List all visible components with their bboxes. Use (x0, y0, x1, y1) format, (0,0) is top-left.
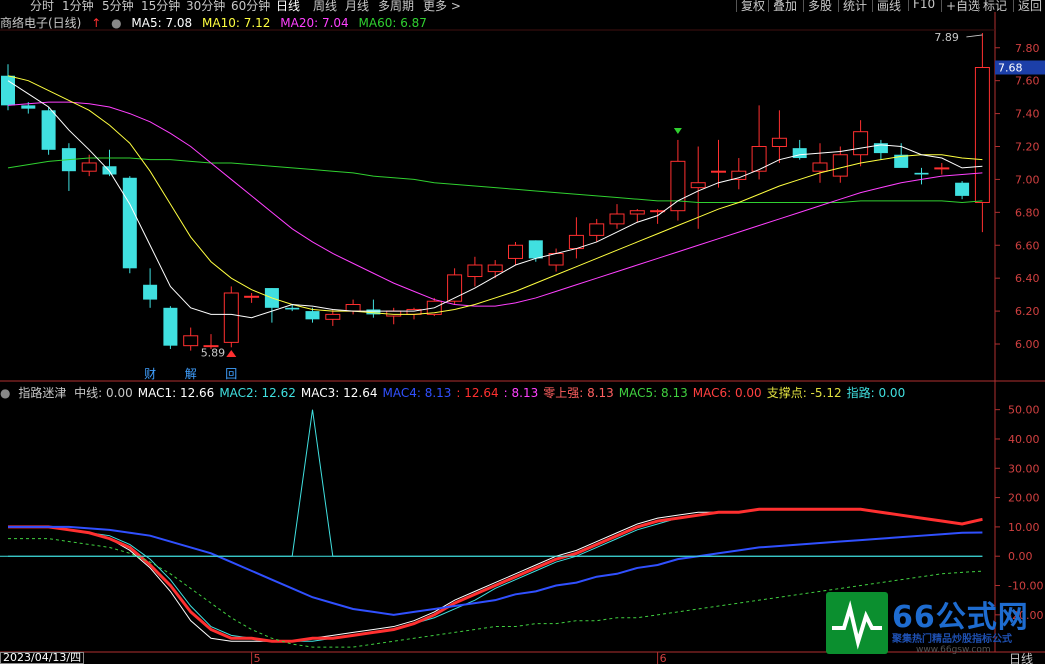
candle-body-6 (122, 177, 137, 269)
signal-arrow-icon (673, 128, 682, 134)
sub-y-tick-label-2: 30.00 (1008, 462, 1040, 475)
candle-body-35 (711, 170, 726, 173)
candle-body-45 (914, 172, 929, 175)
candle-body-4 (81, 162, 97, 172)
candle-body-17 (345, 304, 361, 312)
candle-body-42 (853, 131, 869, 156)
y-tick-label-9: 6.00 (1015, 338, 1040, 351)
period-label: 日线 (1008, 652, 1033, 664)
y-tick-label-1: 7.60 (1015, 75, 1040, 88)
x-tick-label-1: 6 (660, 652, 667, 664)
candle-body-40 (812, 162, 828, 172)
current-price-label: 7.68 (998, 62, 1023, 75)
candle-body-24 (487, 264, 503, 273)
candle-body-38 (771, 137, 787, 148)
x-tick-label-0: 5 (254, 652, 261, 664)
date-cursor-label: 2023/04/13/四 (0, 652, 85, 664)
candle-body-16 (325, 313, 341, 320)
sub-y-tick-label-1: 40.00 (1008, 433, 1040, 446)
pulse-icon (832, 600, 882, 650)
logo-url: www.66gsw.com (916, 645, 991, 655)
sub-y-tick-label-3: 20.00 (1008, 492, 1040, 505)
candle-body-12 (244, 295, 260, 298)
candle-body-41 (832, 154, 848, 177)
signal-marker-1: 解 (185, 367, 197, 381)
candle-body-34 (690, 182, 706, 189)
logo-box (826, 592, 888, 654)
y-tick-label-6: 6.60 (1015, 239, 1040, 252)
stock-chart[interactable]: 7.80 7.60 7.40 7.20 7.00 6.80 6.60 6.40 6.20 6.00… (0, 0, 1045, 664)
candle-body-1 (21, 105, 36, 109)
y-tick-label-2: 7.40 (1015, 108, 1040, 121)
candle-body-15 (305, 311, 320, 320)
candle-body-47 (955, 182, 970, 196)
watermark-logo: 66公式网 聚集热门精品炒股指标公式 www.66gsw.com (826, 590, 1040, 660)
candle-body-25 (508, 244, 523, 259)
y-tick-label-8: 6.20 (1015, 305, 1040, 318)
series-5-line (8, 409, 983, 557)
y-tick-label-0: 7.80 (1015, 42, 1040, 55)
candle-body-23 (467, 264, 483, 278)
candle-body-14 (285, 307, 300, 310)
high-price-pointer (966, 34, 983, 38)
y-tick-label-7: 6.40 (1015, 272, 1040, 285)
signal-marker-2: 回 (225, 367, 237, 381)
sub-y-tick-label-0: 50.00 (1008, 404, 1040, 417)
candle-body-29 (589, 223, 605, 236)
candle-body-7 (143, 284, 158, 300)
candle-body-11 (223, 292, 239, 343)
y-tick-label-4: 7.00 (1015, 173, 1040, 186)
candle-body-22 (447, 274, 463, 302)
candle-body-26 (528, 240, 543, 259)
candle-body-46 (934, 167, 950, 170)
candle-body-33 (670, 160, 686, 212)
candle-body-0 (1, 75, 15, 106)
high-price-label: 7.89 (934, 31, 959, 44)
y-tick-label-3: 7.20 (1015, 141, 1040, 154)
candle-body-2 (41, 110, 56, 150)
candle-body-9 (183, 335, 199, 347)
candle-body-39 (792, 148, 807, 159)
candle-body-8 (163, 307, 178, 346)
sub-y-tick-label-4: 10.00 (1008, 521, 1040, 534)
candle-body-30 (609, 213, 625, 225)
low-price-label: 5.89 (201, 347, 226, 360)
signal-marker-0: 财 (144, 367, 156, 381)
ma10-line (7, 75, 983, 315)
logo-subtitle: 聚集热门精品炒股指标公式 (892, 634, 1012, 645)
candle-body-27 (548, 252, 564, 266)
buy-arrow-icon (226, 350, 237, 357)
sub-y-tick-label-5: 0.00 (1008, 550, 1033, 563)
candle-body-5 (102, 166, 117, 175)
ma5-line (7, 80, 983, 319)
candle-body-48 (974, 67, 990, 203)
candle-body-31 (629, 210, 645, 215)
y-tick-label-5: 6.80 (1015, 206, 1040, 219)
